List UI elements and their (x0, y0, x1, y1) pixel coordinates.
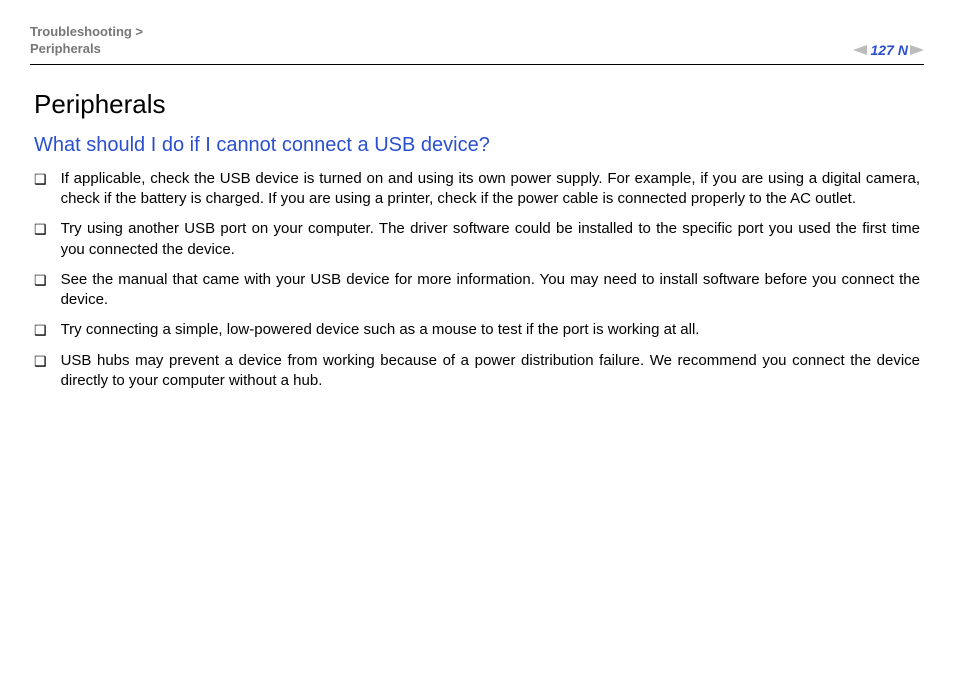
page-number: 127 (871, 42, 894, 58)
bullet-text: See the manual that came with your USB d… (61, 270, 920, 311)
bullet-text: Try using another USB port on your compu… (61, 219, 920, 260)
page-header: Troubleshooting > Peripherals 127 N (30, 24, 924, 64)
breadcrumb-line1: Troubleshooting > (30, 24, 143, 41)
bullet-icon: ❑ (34, 219, 47, 239)
bullet-list: ❑ If applicable, check the USB device is … (34, 169, 920, 391)
bullet-text: If applicable, check the USB device is t… (61, 169, 920, 210)
page-nav: 127 N (853, 42, 924, 58)
list-item: ❑ If applicable, check the USB device is … (34, 169, 920, 210)
page-title: Peripherals (34, 89, 920, 120)
breadcrumb: Troubleshooting > Peripherals (30, 24, 143, 58)
list-item: ❑ USB hubs may prevent a device from work… (34, 351, 920, 392)
bullet-text: USB hubs may prevent a device from worki… (61, 351, 920, 392)
list-item: ❑ Try connecting a simple, low-powered de… (34, 320, 920, 340)
prev-page-icon[interactable] (853, 45, 867, 55)
content-area: Peripherals What should I do if I cannot… (30, 89, 924, 391)
list-item: ❑ Try using another USB port on your comp… (34, 219, 920, 260)
bullet-icon: ❑ (34, 351, 47, 371)
page-n-mark: N (898, 42, 908, 58)
header-divider (30, 64, 924, 65)
bullet-icon: ❑ (34, 169, 47, 189)
bullet-text: Try connecting a simple, low-powered dev… (61, 320, 920, 340)
section-subhead: What should I do if I cannot connect a U… (34, 134, 920, 157)
bullet-icon: ❑ (34, 270, 47, 290)
breadcrumb-line2: Peripherals (30, 41, 143, 58)
next-page-icon[interactable] (910, 45, 924, 55)
bullet-icon: ❑ (34, 320, 47, 340)
list-item: ❑ See the manual that came with your USB … (34, 270, 920, 311)
